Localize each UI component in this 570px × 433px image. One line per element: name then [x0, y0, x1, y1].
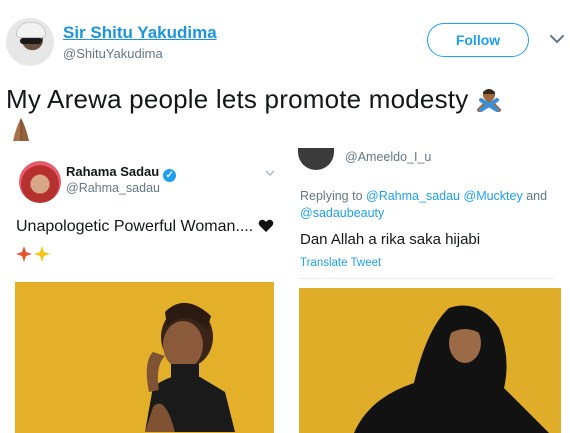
- embedded-left-name-text[interactable]: Rahama Sadau: [66, 164, 159, 179]
- tweet-text: My Arewa people lets promote modesty: [6, 83, 566, 115]
- woman-hijab-image: [299, 288, 561, 433]
- embedded-left-name[interactable]: Rahama Sadau ✓: [66, 164, 177, 182]
- black-heart-emoji: [258, 219, 273, 232]
- reply-author-avatar[interactable]: [298, 148, 334, 170]
- author-handle[interactable]: @ShituYakudima: [63, 46, 163, 61]
- tweet-text-content: My Arewa people lets promote modesty: [6, 84, 469, 114]
- chevron-down-icon[interactable]: [264, 168, 276, 178]
- reply-link-rahma[interactable]: @Rahma_sadau: [366, 189, 460, 203]
- folded-hands-emoji: [13, 118, 29, 141]
- embedded-right-photo[interactable]: [299, 288, 561, 433]
- verified-badge-icon: ✓: [163, 169, 177, 182]
- embedded-left-photo[interactable]: [15, 282, 274, 433]
- divider: [298, 278, 554, 279]
- reply-and: and: [522, 189, 548, 203]
- reply-author-handle[interactable]: @Ameeldo_I_u: [345, 150, 431, 164]
- reply-link-mucktey[interactable]: @Mucktey: [464, 189, 523, 203]
- embedded-tweet-left[interactable]: Rahama Sadau ✓ @Rahma_sadau Unapologetic …: [6, 148, 284, 433]
- embedded-right-text: Dan Allah a rika saka hijabi: [300, 231, 481, 248]
- embedded-tweet-right[interactable]: @Ameeldo_I_u Replying to @Rahma_sadau @M…: [290, 148, 570, 433]
- reply-link-sadaubeauty[interactable]: @sadaubeauty: [300, 206, 384, 220]
- woman-portrait-image: [15, 282, 274, 433]
- embedded-left-text-content: Unapologetic Powerful Woman....: [16, 218, 254, 235]
- author-name[interactable]: Sir Shitu Yakudima: [63, 23, 217, 43]
- avatar-glasses: [20, 38, 42, 44]
- chevron-down-icon[interactable]: [549, 32, 565, 46]
- replying-prefix: Replying to: [300, 189, 367, 203]
- person-gesturing-no-emoji: [476, 89, 501, 112]
- embedded-left-text: Unapologetic Powerful Woman....: [16, 218, 274, 236]
- author-avatar[interactable]: [6, 18, 54, 66]
- follow-button[interactable]: Follow: [427, 23, 529, 57]
- avatar-cap: [16, 22, 46, 38]
- sparkles-emoji: [16, 246, 50, 262]
- embedded-left-handle[interactable]: @Rahma_sadau: [66, 181, 160, 195]
- tweet-header: Sir Shitu Yakudima @ShituYakudima Follow: [0, 0, 570, 80]
- translate-tweet-link[interactable]: Translate Tweet: [300, 257, 381, 269]
- replying-to: Replying to @Rahma_sadau @Mucktey and @sa…: [300, 188, 555, 222]
- rahama-avatar[interactable]: [19, 161, 61, 203]
